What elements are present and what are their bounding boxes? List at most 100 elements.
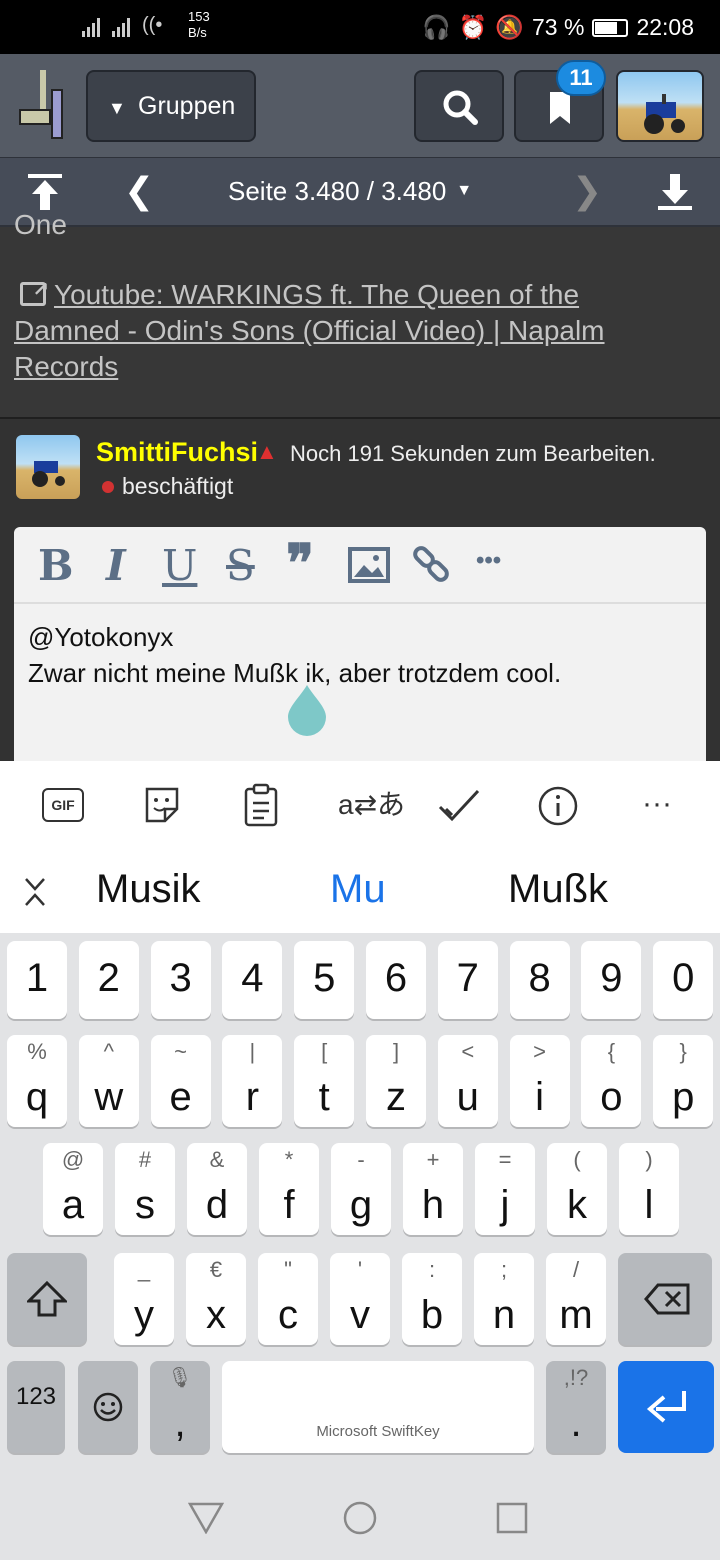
underline-button[interactable]: U xyxy=(162,541,197,590)
collapse-icon[interactable] xyxy=(24,877,46,907)
key-j[interactable]: = j xyxy=(475,1143,535,1235)
key-p[interactable]: } p xyxy=(653,1035,714,1127)
comma-key[interactable]: , 🎙 xyxy=(150,1361,210,1453)
battery-icon xyxy=(592,18,629,37)
key-e[interactable]: ~ e xyxy=(150,1035,211,1127)
keyboard: 1 2 3 4 5 6 7 8 9 0% q ^ w ~ e | r[t] z < u > i{o} p @ a # s & d * f - g… xyxy=(0,933,720,1460)
key-o[interactable]: {o xyxy=(581,1035,642,1127)
enter-key[interactable] xyxy=(618,1361,714,1453)
page-selector[interactable]: Seite 3.480 / 3.480 ▼ xyxy=(228,176,472,207)
more-options-button[interactable]: ••• xyxy=(476,547,501,575)
edit-time-notice: Noch 191 Sekunden zum Bearbeiten. xyxy=(290,441,656,466)
key-3[interactable]: 3 xyxy=(150,941,211,1019)
space-key[interactable]: Microsoft SwiftKey xyxy=(222,1361,534,1453)
previous-page-icon[interactable]: ❮ xyxy=(124,170,154,212)
key-k[interactable]: (k xyxy=(547,1143,607,1235)
jump-to-top-icon[interactable] xyxy=(28,174,62,210)
suggestion-bar: Musik Mu Mußk xyxy=(0,851,720,933)
key-w[interactable]: ^ w xyxy=(78,1035,139,1127)
next-page-icon[interactable]: ❯ xyxy=(572,170,602,212)
numbers-symbols-key[interactable]: 123 xyxy=(7,1361,65,1453)
key-7[interactable]: 7 xyxy=(437,941,498,1019)
key-s[interactable]: # s xyxy=(115,1143,175,1235)
key-g[interactable]: -g xyxy=(331,1143,391,1235)
key-x[interactable]: € x xyxy=(186,1253,246,1345)
bold-button[interactable]: B xyxy=(38,541,74,590)
quote-icon[interactable]: ❞ xyxy=(286,533,314,594)
suggestion-1[interactable]: Musik xyxy=(96,867,200,912)
key-9[interactable]: 9 xyxy=(581,941,642,1019)
image-icon[interactable] xyxy=(348,547,390,583)
keyboard-toolbar: GIF a⇄あ ··· xyxy=(0,761,720,851)
sticker-icon[interactable] xyxy=(143,785,181,825)
shift-icon xyxy=(27,1281,67,1317)
key-z[interactable]: ] z xyxy=(366,1035,426,1127)
key-1[interactable]: 1 xyxy=(7,941,67,1019)
search-button[interactable] xyxy=(414,70,504,142)
key-l[interactable]: ) l xyxy=(619,1143,679,1235)
reply-avatar[interactable] xyxy=(16,435,80,499)
signal-icon xyxy=(82,17,100,37)
key-c[interactable]: " c xyxy=(258,1253,318,1345)
backspace-icon xyxy=(644,1283,690,1315)
key-h[interactable]: + h xyxy=(403,1143,463,1235)
signal-icons: ((• xyxy=(82,14,162,37)
key-b[interactable]: :b xyxy=(402,1253,462,1345)
jump-to-bottom-icon[interactable] xyxy=(658,174,692,210)
user-avatar[interactable] xyxy=(616,70,704,142)
key-i[interactable]: > i xyxy=(509,1035,570,1127)
cut-link[interactable]: One xyxy=(14,207,67,235)
warning-icon: ▲ xyxy=(256,439,278,464)
search-icon xyxy=(443,90,478,125)
suggestion-3[interactable]: Mußk xyxy=(508,867,608,912)
groups-button[interactable]: ▼ Gruppen xyxy=(86,70,256,142)
home-nav-icon[interactable] xyxy=(342,1500,378,1536)
key-y[interactable]: _ y xyxy=(114,1253,174,1345)
period-key[interactable]: ,!?. xyxy=(546,1361,606,1453)
clock: 22:08 xyxy=(636,14,694,40)
caret-down-icon: ▼ xyxy=(456,182,473,199)
translate-icon[interactable]: a⇄あ xyxy=(338,783,405,823)
key-0[interactable]: 0 xyxy=(653,941,714,1019)
info-icon[interactable] xyxy=(537,785,579,827)
key-5[interactable]: 5 xyxy=(294,941,355,1019)
tractor-avatar-image xyxy=(32,461,65,487)
logo-icon[interactable] xyxy=(18,68,68,140)
key-2[interactable]: 2 xyxy=(78,941,139,1019)
shift-key[interactable] xyxy=(7,1253,87,1345)
key-n[interactable]: ; n xyxy=(474,1253,534,1345)
key-f[interactable]: * f xyxy=(259,1143,319,1235)
key-4[interactable]: 4 xyxy=(222,941,283,1019)
suggestion-2[interactable]: Mu xyxy=(330,867,386,912)
key-r[interactable]: | r xyxy=(222,1035,283,1127)
key-t[interactable]: [t xyxy=(294,1035,355,1127)
emoji-key[interactable] xyxy=(78,1361,138,1453)
key-v[interactable]: ' v xyxy=(330,1253,390,1345)
key-q[interactable]: % q xyxy=(7,1035,67,1127)
italic-button[interactable]: I xyxy=(106,541,126,590)
recents-nav-icon[interactable] xyxy=(496,1502,528,1534)
headphones-icon: 🎧 xyxy=(422,14,451,40)
mic-icon: 🎙 xyxy=(167,1367,193,1389)
more-icon[interactable]: ··· xyxy=(642,787,672,821)
backspace-key[interactable] xyxy=(618,1253,712,1345)
key-u[interactable]: < u xyxy=(437,1035,498,1127)
gif-button[interactable]: GIF xyxy=(42,788,84,822)
youtube-link[interactable]: Youtube: WARKINGS ft. The Queen of the D… xyxy=(14,279,605,382)
alarm-icon: ⏰ xyxy=(458,14,488,40)
back-nav-icon[interactable] xyxy=(188,1502,224,1534)
key-6[interactable]: 6 xyxy=(366,941,426,1019)
username[interactable]: SmittiFuchsi xyxy=(96,437,258,468)
key-8[interactable]: 8 xyxy=(509,941,570,1019)
checkmark-icon[interactable] xyxy=(438,787,480,823)
link-icon[interactable] xyxy=(412,545,450,583)
clipboard-icon[interactable] xyxy=(244,783,278,827)
key-d[interactable]: & d xyxy=(187,1143,247,1235)
editor-text-area[interactable]: @Yotokonyx Zwar nicht meine Mußk ik, abe… xyxy=(28,619,561,691)
status-dot-icon xyxy=(102,481,114,493)
strikethrough-button[interactable]: S xyxy=(226,541,255,590)
key-a[interactable]: @ a xyxy=(43,1143,103,1235)
system-nav-bar xyxy=(0,1460,720,1560)
text-cursor-handle-icon[interactable] xyxy=(286,685,328,737)
key-m[interactable]: / m xyxy=(546,1253,606,1345)
